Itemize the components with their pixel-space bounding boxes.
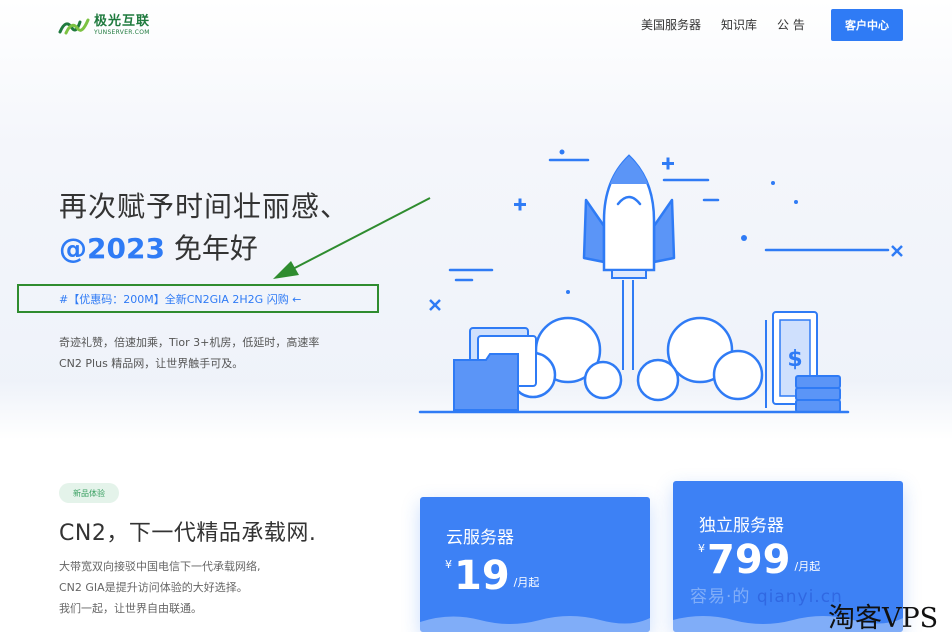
- money-icon: $: [765, 311, 841, 413]
- new-product-badge: 新品体验: [59, 483, 119, 503]
- section-description: 大带宽双向接驳中国电信下一代承载网络, CN2 GIA是提升访问体验的大好选择。…: [59, 556, 261, 619]
- cloud-server-card[interactable]: 云服务器 ¥ 19 /月起: [420, 497, 650, 632]
- smoke-clouds: [509, 316, 764, 402]
- client-center-button[interactable]: 客户中心: [831, 9, 903, 41]
- logo[interactable]: 极光互联 YUNSERVER.COM: [58, 14, 150, 36]
- price-value: 19: [454, 553, 510, 599]
- card-wave-decoration: [420, 616, 650, 632]
- exhaust-trail: [622, 280, 634, 370]
- svg-text:$: $: [787, 347, 802, 372]
- nav-knowledge-base[interactable]: 知识库: [721, 16, 757, 34]
- corner-watermark: 淘客VPS: [828, 603, 939, 632]
- rocket-icon: [582, 154, 676, 279]
- section-title: CN2，下一代精品承载网.: [59, 521, 317, 546]
- price-unit: /月起: [513, 576, 540, 589]
- price-currency: ¥: [445, 558, 452, 571]
- top-nav: 美国服务器 知识库 公 告: [641, 16, 825, 34]
- nav-announcements[interactable]: 公 告: [777, 16, 805, 34]
- card-title: 云服务器: [446, 528, 514, 548]
- nav-us-servers[interactable]: 美国服务器: [641, 16, 701, 34]
- rocket-launch-illustration: $: [418, 149, 903, 414]
- hero-description-line: CN2 Plus 精品网，让世界触手可及。: [59, 357, 244, 370]
- folder-icon: [453, 327, 537, 411]
- logo-text: 极光互联: [94, 13, 151, 29]
- logo-icon: [58, 18, 90, 35]
- logo-domain: YUNSERVER.COM: [94, 28, 150, 36]
- promo-link[interactable]: #【优惠码：200M】全新CN2GIA 2H2G 闪购 ←: [59, 291, 301, 307]
- annotation-arrow-icon: [273, 197, 431, 279]
- card-price: ¥ 19 /月起: [445, 552, 539, 600]
- card-title: 独立服务器: [699, 516, 784, 536]
- section-description-line: 大带宽双向接驳中国电信下一代承载网络,: [59, 560, 261, 573]
- hero-subtitle-rest: 免年好: [164, 232, 258, 265]
- price-unit: /月起: [794, 560, 821, 573]
- hero-description: 奇迹礼赞，倍速加乘，Tior 3+机房，低延时，高速率 CN2 Plus 精品网…: [59, 332, 319, 374]
- price-currency: ¥: [698, 542, 705, 555]
- price-value: 799: [707, 537, 791, 583]
- watermark-overlay: 容易·的 qianyi.cn: [690, 582, 843, 607]
- watermark-overlay-text: 容易·的: [690, 587, 751, 607]
- hero-description-line: 奇迹礼赞，倍速加乘，Tior 3+机房，低延时，高速率: [59, 336, 320, 349]
- hero-subtitle-accent: @2023: [59, 232, 165, 265]
- section-description-line: CN2 GIA是提升访问体验的大好选择。: [59, 581, 248, 594]
- section-description-line: 我们一起，让世界自由联通。: [59, 602, 202, 615]
- card-price: ¥ 799 /月起: [698, 536, 820, 584]
- hero-subtitle: @2023 免年好: [59, 227, 258, 267]
